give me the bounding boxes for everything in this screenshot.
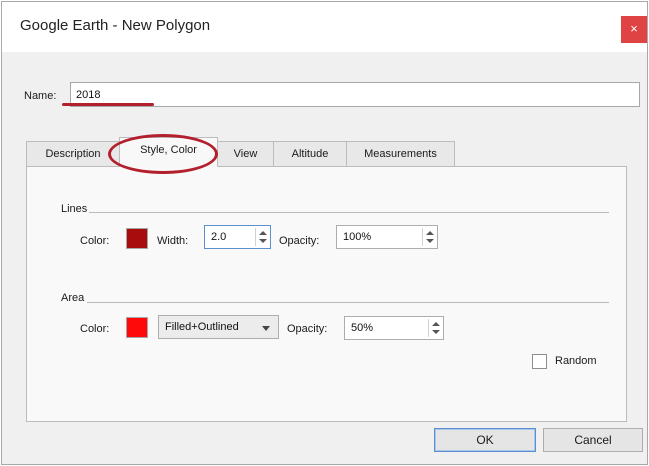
area-opacity-value: 50% <box>351 322 374 334</box>
lines-divider <box>89 212 609 213</box>
name-input[interactable] <box>70 82 640 107</box>
area-opacity-stepper[interactable]: 50% <box>344 316 444 340</box>
lines-width-value: 2.0 <box>211 231 227 243</box>
area-color-swatch[interactable] <box>126 317 148 338</box>
name-label: Name: <box>24 90 57 102</box>
area-opacity-label: Opacity: <box>287 323 328 335</box>
area-group-label: Area <box>61 292 85 304</box>
lines-width-stepper[interactable]: 2.0 <box>204 225 271 249</box>
area-divider <box>87 302 609 303</box>
lines-opacity-label: Opacity: <box>279 235 320 247</box>
close-icon: × <box>630 21 638 36</box>
chevron-down-icon[interactable] <box>259 239 267 243</box>
tab-altitude[interactable]: Altitude <box>273 141 347 166</box>
window-title: Google Earth - New Polygon <box>20 17 211 34</box>
area-fill-mode-select[interactable]: Filled+Outlined <box>158 315 279 339</box>
lines-opacity-arrows[interactable] <box>422 228 435 246</box>
chevron-down-icon[interactable] <box>432 330 440 334</box>
random-checkbox[interactable] <box>532 354 547 369</box>
area-fill-mode-value: Filled+Outlined <box>165 321 239 333</box>
lines-opacity-stepper[interactable]: 100% <box>336 225 438 249</box>
name-annotation-underline <box>62 103 154 106</box>
tab-measurements[interactable]: Measurements <box>346 141 455 166</box>
title-bar: Google Earth - New Polygon × <box>2 2 647 52</box>
tab-description[interactable]: Description <box>26 141 120 166</box>
lines-color-swatch[interactable] <box>126 228 148 249</box>
chevron-up-icon[interactable] <box>259 231 267 235</box>
tab-view[interactable]: View <box>217 141 274 166</box>
chevron-up-icon[interactable] <box>426 231 434 235</box>
lines-color-label: Color: <box>80 235 110 247</box>
area-opacity-arrows[interactable] <box>428 319 441 337</box>
dialog-window: Google Earth - New Polygon × Name: Descr… <box>1 1 648 465</box>
lines-width-label: Width: <box>157 235 189 247</box>
lines-opacity-value: 100% <box>343 231 372 243</box>
close-button[interactable]: × <box>621 16 647 43</box>
cancel-button[interactable]: Cancel <box>543 428 643 452</box>
style-color-panel: Lines Color: Width: 2.0 Opacity: 100% Ar… <box>26 166 627 422</box>
caret-down-icon <box>262 326 270 331</box>
area-color-label: Color: <box>80 323 110 335</box>
tab-style-color[interactable]: Style, Color <box>119 137 218 167</box>
lines-group-label: Lines <box>61 203 88 215</box>
chevron-up-icon[interactable] <box>432 322 440 326</box>
chevron-down-icon[interactable] <box>426 239 434 243</box>
random-label: Random <box>555 355 597 367</box>
lines-width-arrows[interactable] <box>255 228 268 246</box>
ok-button[interactable]: OK <box>434 428 536 452</box>
